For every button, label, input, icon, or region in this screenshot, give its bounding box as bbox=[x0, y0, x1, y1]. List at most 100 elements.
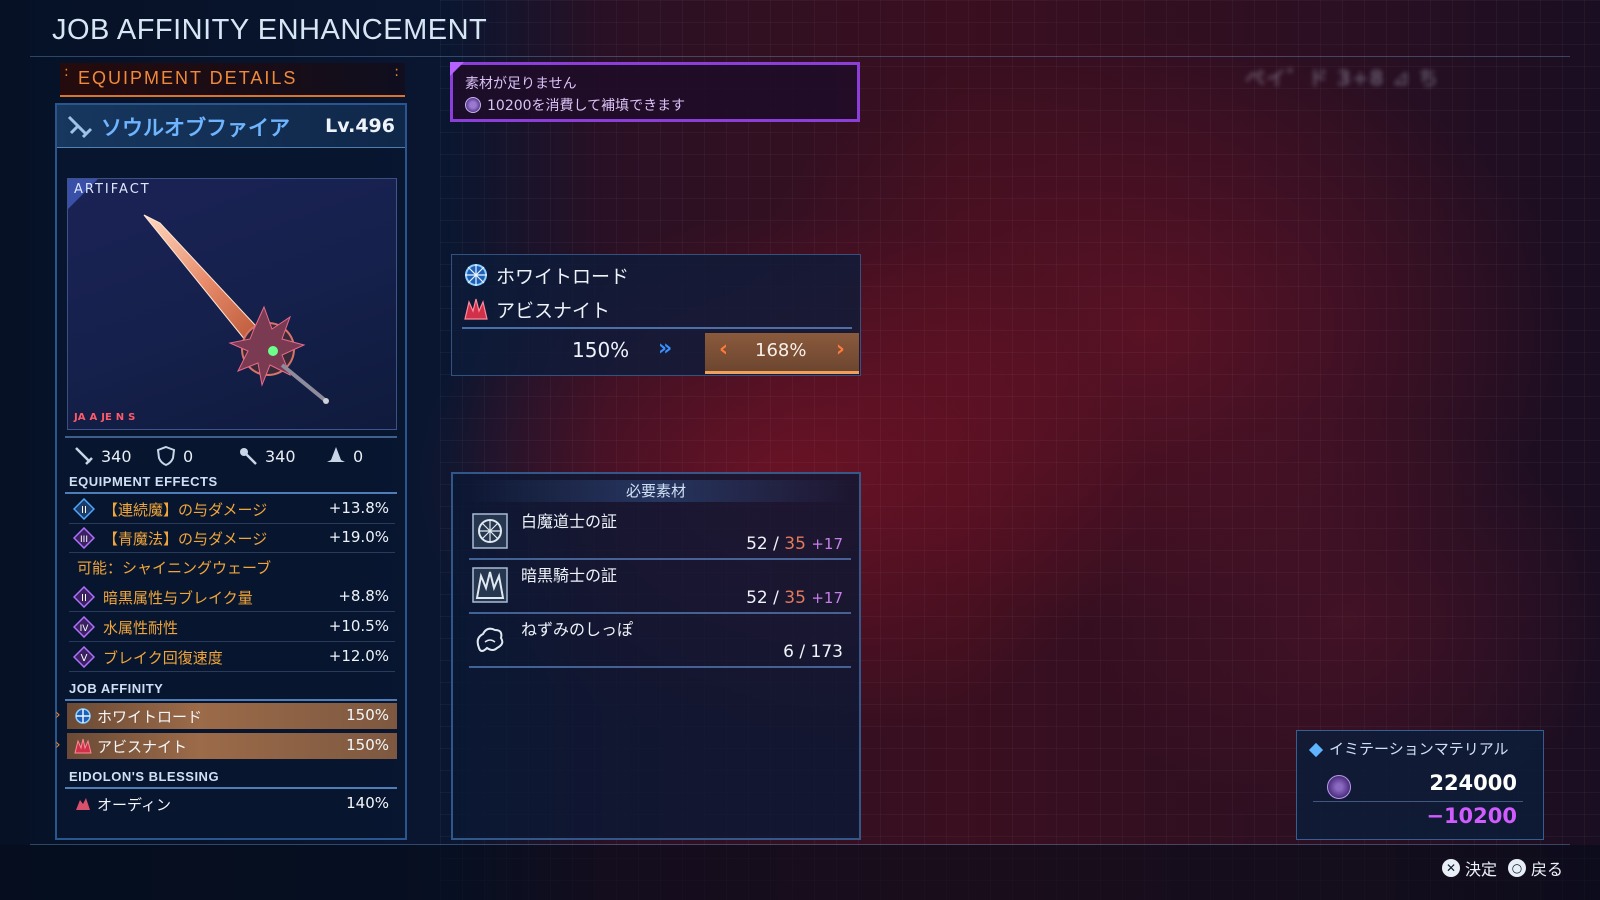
double-chevron-right-icon: » bbox=[658, 336, 673, 361]
job-affinity-label: JOB AFFINITY bbox=[69, 681, 164, 696]
job-affinity-value: 150% bbox=[346, 706, 389, 724]
possible-ability-text: 可能：シャイニングウェーブ bbox=[77, 559, 272, 577]
material-required: 35 bbox=[784, 534, 806, 554]
warning-title: 素材が足りません bbox=[465, 76, 577, 92]
effect-value: +12.0% bbox=[328, 647, 389, 665]
header-divider bbox=[30, 56, 1570, 57]
effect-row: V ブレイク回復速度 +12.0% bbox=[69, 643, 395, 672]
sword-icon bbox=[75, 447, 93, 465]
effect-row: II 【連続魔】の与ダメージ +13.8% bbox=[69, 495, 395, 524]
effect-value: +13.8% bbox=[328, 499, 389, 517]
material-quantity: 52 / 35 +17 bbox=[746, 534, 843, 554]
required-materials-panel: 必要素材 白魔道士の証 52 / 35 +17 暗黒騎士の証 52 / 35 +… bbox=[451, 472, 861, 840]
tier-v-icon: V bbox=[73, 646, 95, 668]
stats-divider bbox=[65, 436, 397, 438]
decrease-chevron-icon[interactable]: ‹ bbox=[719, 337, 728, 362]
stat-physical-defense: 0 bbox=[155, 445, 193, 467]
material-owned: 6 bbox=[783, 642, 794, 662]
materials-header: 必要素材 bbox=[461, 480, 851, 502]
job-affinity-row[interactable]: › アビスナイト 150% bbox=[55, 733, 397, 759]
wand-icon bbox=[240, 448, 257, 465]
confirm-label: 決定 bbox=[1465, 860, 1498, 879]
material-quantity: 6 / 173 bbox=[783, 642, 843, 662]
effect-name: ブレイク回復速度 bbox=[103, 649, 223, 667]
cross-button-icon: ✕ bbox=[1442, 859, 1460, 877]
affinity-change-panel: ホワイトロード アビスナイト 150% » ‹ 168% › bbox=[451, 254, 861, 376]
dark-knight-crest-icon bbox=[472, 567, 508, 603]
imitation-materia-icon bbox=[465, 97, 481, 113]
stat-value: 340 bbox=[265, 446, 296, 466]
tier-iv-icon: IV bbox=[73, 616, 95, 638]
shield-icon bbox=[156, 445, 176, 467]
white-mage-crest-icon bbox=[472, 513, 508, 549]
selected-arrow-icon: › bbox=[55, 737, 61, 753]
material-name: ねずみのしっぽ bbox=[521, 620, 634, 639]
stat-value: 340 bbox=[101, 446, 132, 466]
abyss-knight-icon bbox=[464, 298, 488, 320]
warning-text-row: 10200を消費して補填できます bbox=[465, 95, 685, 115]
effect-name: 【青魔法】の与ダメージ bbox=[103, 530, 268, 548]
currency-cost: −10200 bbox=[1426, 804, 1517, 828]
job-affinity-name: ホワイトロード bbox=[97, 708, 203, 726]
equipment-effects-label: EQUIPMENT EFFECTS bbox=[69, 474, 218, 489]
stat-magic-attack: 340 bbox=[237, 445, 296, 467]
material-supplement: +17 bbox=[811, 589, 843, 607]
eidolon-row: オーディン 140% bbox=[67, 791, 397, 817]
eidolon-underline bbox=[65, 787, 397, 789]
footer-divider bbox=[30, 844, 1570, 845]
weapon-image bbox=[143, 214, 329, 404]
job-icon: JE bbox=[101, 412, 112, 423]
effect-name: 水属性耐性 bbox=[103, 619, 179, 637]
affinity-target-selector[interactable]: ‹ 168% › bbox=[705, 333, 859, 374]
increase-chevron-icon[interactable]: › bbox=[836, 337, 845, 362]
job-affinity-name: アビスナイト bbox=[97, 738, 188, 756]
target-job-white-lord: ホワイトロード bbox=[462, 261, 629, 289]
currency-panel: イミテーションマテリアル 224000 −10200 bbox=[1296, 730, 1544, 840]
currency-name: イミテーションマテリアル bbox=[1329, 740, 1509, 758]
job-affinity-value: 150% bbox=[346, 736, 389, 754]
currency-amount: 224000 bbox=[1429, 771, 1517, 795]
svg-text:V: V bbox=[81, 653, 88, 664]
stat-magic-defense: 0 bbox=[325, 445, 363, 467]
material-owned: 52 bbox=[746, 588, 768, 608]
target-job-name: アビスナイト bbox=[496, 299, 611, 322]
svg-text:II: II bbox=[81, 505, 87, 516]
circle-button-icon: ○ bbox=[1508, 859, 1526, 877]
material-row: 白魔道士の証 52 / 35 +17 bbox=[469, 506, 851, 560]
effect-name: 暗黒属性与ブレイク量 bbox=[103, 589, 253, 607]
job-icon: JA bbox=[74, 412, 86, 423]
job-affinity-row[interactable]: › ホワイトロード 150% bbox=[55, 703, 397, 729]
material-quantity: 52 / 35 +17 bbox=[746, 588, 843, 608]
header-dots-right: : bbox=[394, 64, 399, 80]
change-divider bbox=[462, 327, 852, 329]
rat-tail-icon bbox=[476, 627, 504, 652]
material-name: 白魔道士の証 bbox=[521, 512, 618, 531]
imitation-materia-icon bbox=[1327, 775, 1351, 799]
material-owned: 52 bbox=[746, 534, 768, 554]
back-button[interactable]: ○ 戻る bbox=[1508, 856, 1563, 880]
eidolon-name: オーディン bbox=[97, 796, 171, 814]
effect-name: 【連続魔】の与ダメージ bbox=[103, 501, 268, 519]
confirm-button[interactable]: ✕ 決定 bbox=[1442, 856, 1497, 880]
tier-ii-icon: II bbox=[73, 498, 95, 520]
warning-text: 10200を消費して補填できます bbox=[487, 98, 686, 114]
material-name: 暗黒騎士の証 bbox=[521, 566, 618, 585]
material-supplement: +17 bbox=[811, 535, 843, 553]
equipment-panel: ソウルオブファイア Lv.496 ARTIFACT JA A JE N S 34… bbox=[55, 103, 407, 840]
effect-row: IV 水属性耐性 +10.5% bbox=[69, 613, 395, 642]
odin-icon bbox=[76, 798, 90, 810]
blurred-hud-text: ペイ゛ド 3+8 ⊿ ち bbox=[1245, 66, 1440, 90]
effect-value: +19.0% bbox=[328, 528, 389, 546]
selected-arrow-icon: › bbox=[55, 707, 61, 723]
eidolon-blessing-label: EIDOLON'S BLESSING bbox=[69, 769, 220, 784]
weapon-artwork: ARTIFACT JA A JE N S bbox=[67, 178, 397, 430]
equipment-details-header: : EQUIPMENT DETAILS : bbox=[60, 63, 405, 97]
stat-physical-attack: 340 bbox=[73, 445, 132, 467]
weapon-title-bar: ソウルオブファイア Lv.496 bbox=[57, 105, 405, 148]
affinity-current-value: 150% bbox=[572, 338, 630, 362]
currency-divider bbox=[1313, 801, 1523, 802]
svg-text:III: III bbox=[80, 535, 88, 545]
weapon-job-icons: JA A JE N S bbox=[74, 412, 135, 423]
stat-value: 0 bbox=[353, 446, 364, 466]
insufficient-materials-notice: 素材が足りません 10200を消費して補填できます bbox=[450, 62, 860, 122]
